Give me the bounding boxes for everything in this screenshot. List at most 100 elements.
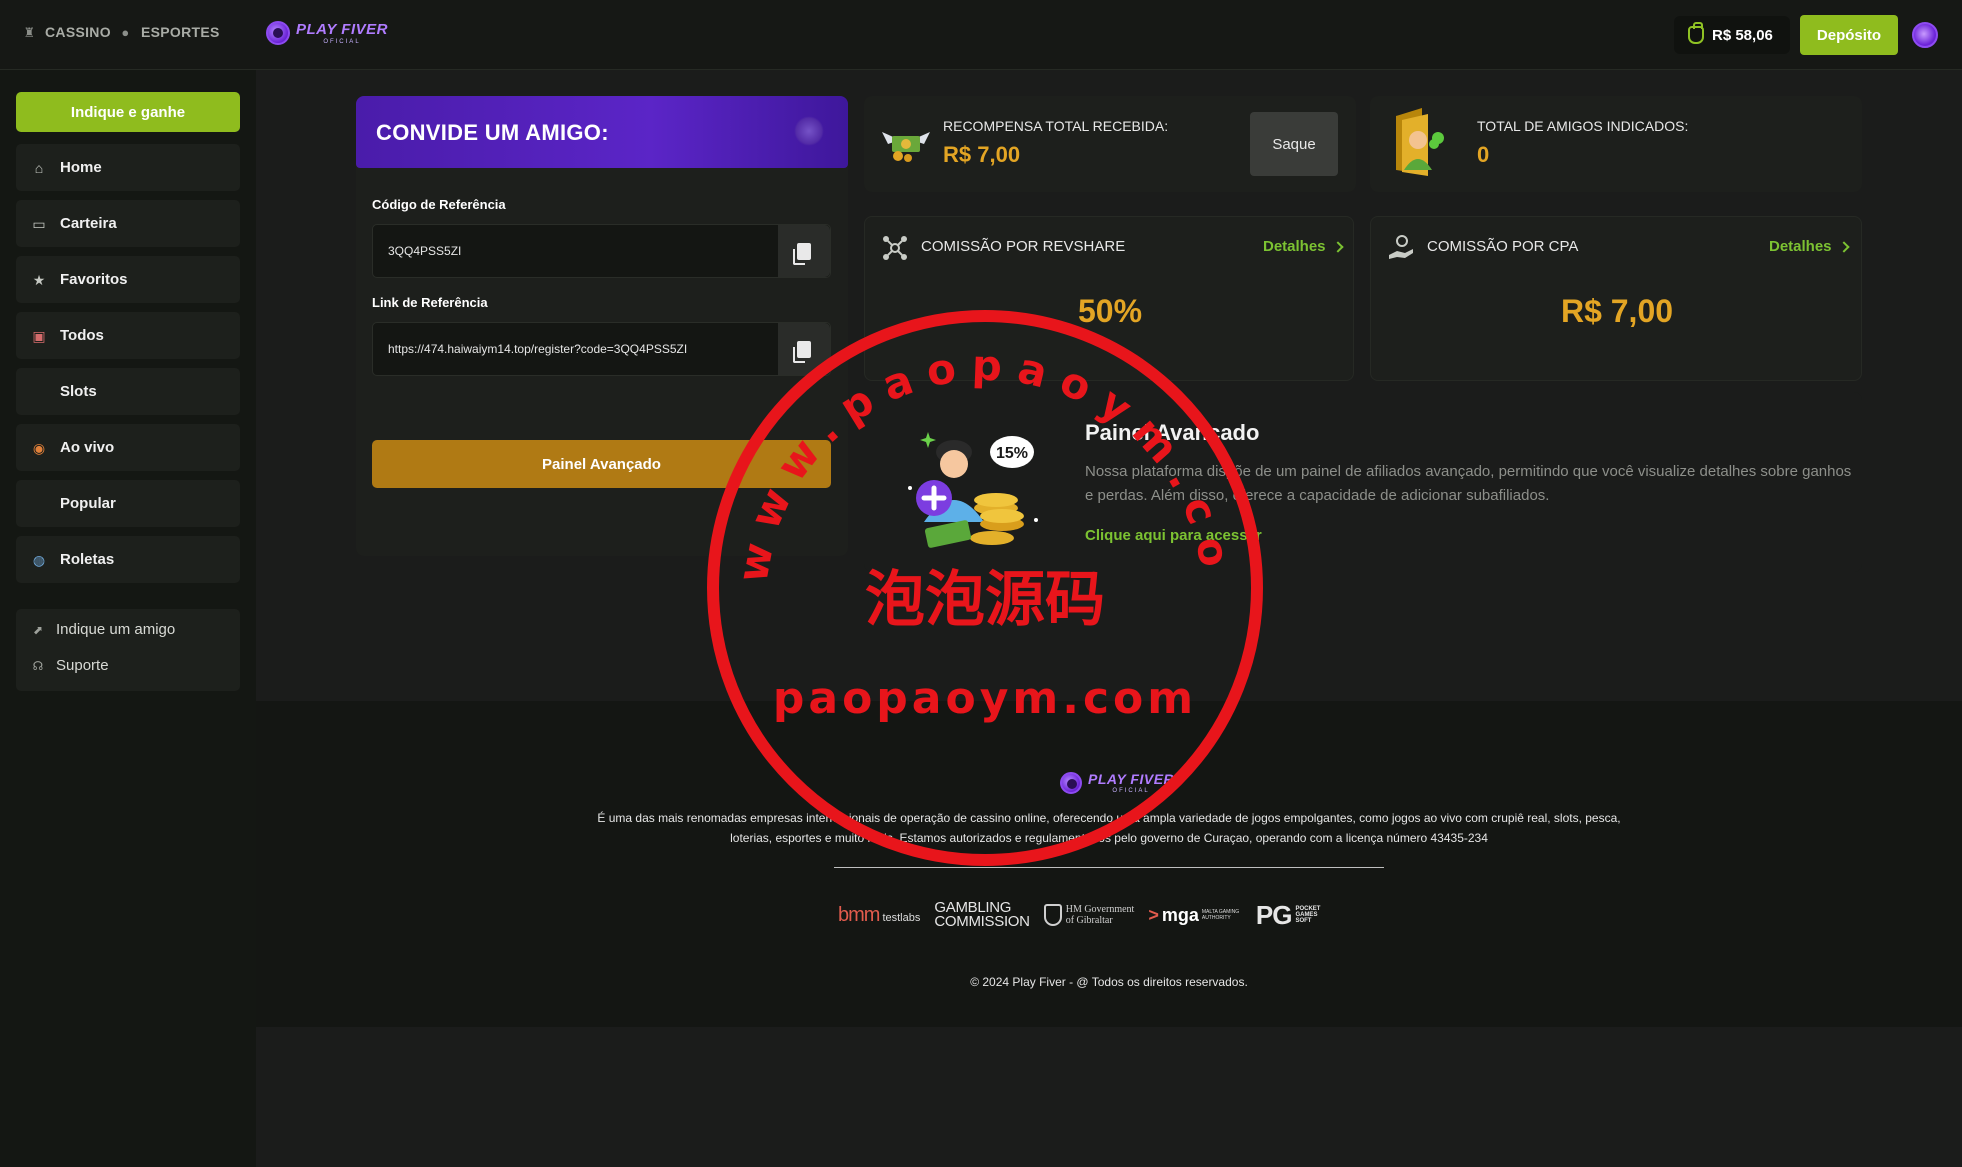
sidebar-item-label: Carteira <box>60 215 117 232</box>
top-bar: ♜ CASSINO ● ESPORTES PLAY FIVER OFICIAL … <box>0 0 1962 70</box>
home-icon: ⌂ <box>34 159 44 176</box>
share-icon: ⬈ <box>32 622 44 637</box>
sidebar-item-live[interactable]: ◉ Ao vivo <box>16 424 240 471</box>
percent-badge: 15% <box>996 445 1028 462</box>
affiliate-illustration-icon: 15% <box>908 432 1038 548</box>
details-label: Detalhes <box>1263 238 1326 255</box>
referral-link-input[interactable] <box>373 323 779 375</box>
chevron-right-icon <box>1331 240 1344 253</box>
sidebar-item-label: Popular <box>60 495 116 512</box>
sidebar-item-label: Todos <box>60 327 104 344</box>
popular-icon <box>30 495 48 513</box>
watermark-center-text: 泡泡源码 <box>865 565 1105 635</box>
details-label: Detalhes <box>1769 238 1832 255</box>
advanced-panel-access-link[interactable]: Clique aqui para acessar <box>1085 527 1262 544</box>
gibraltar-government-logo: HM Government of Gibraltar <box>1043 904 1134 926</box>
referral-code-label: Código de Referência <box>372 197 506 212</box>
invite-banner: CONVIDE UM AMIGO: <box>356 96 848 168</box>
sidebar-item-roulettes[interactable]: ◍ Roletas <box>16 536 240 583</box>
sidebar-item-label: Ao vivo <box>60 439 115 456</box>
sidebar-link-refer-friend[interactable]: ⬈ Indique um amigo <box>30 621 175 638</box>
sidebar-link-support[interactable]: ☊ Suporte <box>30 657 109 674</box>
gambling-commission-logo: GAMBLING COMMISSION <box>934 899 1030 930</box>
footer-divider <box>834 867 1384 868</box>
sidebar-item-label: Slots <box>60 383 97 400</box>
revshare-label: COMISSÃO POR REVSHARE <box>921 238 1126 255</box>
cpa-details-link[interactable]: Detalhes <box>1769 238 1850 255</box>
slots-icon <box>30 383 48 401</box>
nav-sports[interactable]: ● ESPORTES <box>118 24 220 40</box>
mga-logo: > mga MALTA GAMING AUTHORITY <box>1148 904 1240 925</box>
partner-logos: bmm testlabs GAMBLING COMMISSION HM Govern… <box>838 897 1398 933</box>
cpa-card: COMISSÃO POR CPA Detalhes R$ 7,00 <box>1370 216 1862 381</box>
referral-code-field <box>372 224 831 278</box>
money-bag-icon <box>1688 22 1704 44</box>
header-logo[interactable]: PLAY FIVER OFICIAL <box>266 21 388 45</box>
friends-card: TOTAL DE AMIGOS INDICADOS: 0 <box>1370 96 1862 192</box>
sidebar-item-favorites[interactable]: ★ Favoritos <box>16 256 240 303</box>
balance-display[interactable]: R$ 58,06 <box>1674 16 1790 54</box>
revshare-details-link[interactable]: Detalhes <box>1263 238 1344 255</box>
cpa-value: R$ 7,00 <box>1560 293 1674 329</box>
sidebar-item-home[interactable]: ⌂ Home <box>16 144 240 191</box>
hand-coin-icon <box>1389 235 1413 259</box>
bmm-testlabs-logo: bmm testlabs <box>838 903 921 926</box>
copy-icon <box>793 242 811 265</box>
money-wings-icon <box>882 132 930 162</box>
sidebar: Indique e ganhe ⌂ Home ▭ Carteira ★ Favo… <box>0 70 256 1167</box>
cake-icon: ▣ <box>32 327 46 344</box>
sports-ball-icon: ● <box>121 24 130 40</box>
sidebar-link-label: Suporte <box>56 657 109 674</box>
balance-amount: R$ 58,06 <box>1712 26 1773 44</box>
logo-tagline: OFICIAL <box>323 38 361 45</box>
advanced-panel-description: Nossa plataforma dispõe de um painel de … <box>1085 463 1852 504</box>
footer-description: É uma das mais renomadas empresas intern… <box>597 811 1621 845</box>
live-icon: ◉ <box>32 439 46 456</box>
sidebar-link-label: Indique um amigo <box>56 621 176 638</box>
friends-value: 0 <box>1477 142 1490 167</box>
sidebar-item-slots[interactable]: Slots <box>16 368 240 415</box>
sidebar-item-all[interactable]: ▣ Todos <box>16 312 240 359</box>
user-avatar[interactable] <box>1912 22 1938 48</box>
sidebar-secondary-links: ⬈ Indique um amigo ☊ Suporte <box>16 609 240 691</box>
nav-casino[interactable]: ♜ CASSINO <box>22 24 111 40</box>
copy-code-button[interactable] <box>778 225 830 277</box>
referral-link-label: Link de Referência <box>372 295 488 310</box>
revshare-value: 50% <box>1077 293 1143 329</box>
logo-mark-icon <box>266 21 290 45</box>
total-reward-value: R$ 7,00 <box>943 142 1021 167</box>
friends-label: TOTAL DE AMIGOS INDICADOS: <box>1477 118 1689 134</box>
revshare-card: COMISSÃO POR REVSHARE Detalhes 50% <box>864 216 1354 381</box>
cpa-label: COMISSÃO POR CPA <box>1427 238 1579 255</box>
refer-and-earn-button[interactable]: Indique e ganhe <box>16 92 240 132</box>
network-icon <box>883 236 907 260</box>
pg-soft-logo: PG POCKET GAMES SOFT <box>1255 899 1321 930</box>
footer-logo-name: PLAY FIVER <box>1088 771 1175 787</box>
total-reward-label: RECOMPENSA TOTAL RECEBIDA: <box>943 118 1169 134</box>
casino-icon: ♜ <box>23 24 36 40</box>
nav-sports-label: ESPORTES <box>141 24 220 40</box>
invite-title: CONVIDE UM AMIGO: <box>376 120 609 145</box>
sidebar-item-label: Favoritos <box>60 271 128 288</box>
wallet-icon: ▭ <box>32 215 46 232</box>
sidebar-item-label: Home <box>60 159 102 176</box>
deposit-button[interactable]: Depósito <box>1800 15 1898 55</box>
sidebar-item-popular[interactable]: Popular <box>16 480 240 527</box>
advanced-panel-title: Painel Avançado <box>1085 420 1260 445</box>
crest-icon <box>1043 904 1062 926</box>
logo-mark-icon <box>1060 772 1082 794</box>
headset-icon: ☊ <box>32 658 44 673</box>
withdraw-button[interactable]: Saque <box>1250 112 1338 176</box>
footer-logo-tagline: OFICIAL <box>1112 788 1150 794</box>
referral-code-input[interactable] <box>373 225 779 277</box>
footer-logo: PLAY FIVER OFICIAL <box>1060 772 1174 794</box>
advanced-panel-button[interactable]: Painel Avançado <box>372 440 831 488</box>
copy-link-button[interactable] <box>778 323 830 375</box>
chevron-right-icon <box>1837 240 1850 253</box>
footer: PLAY FIVER OFICIAL É uma das mais renoma… <box>256 701 1962 1027</box>
nav-casino-label: CASSINO <box>45 24 111 40</box>
sidebar-item-label: Roletas <box>60 551 115 568</box>
sidebar-item-wallet[interactable]: ▭ Carteira <box>16 200 240 247</box>
friend-profile-icon <box>1396 108 1444 176</box>
copy-icon <box>793 340 811 363</box>
